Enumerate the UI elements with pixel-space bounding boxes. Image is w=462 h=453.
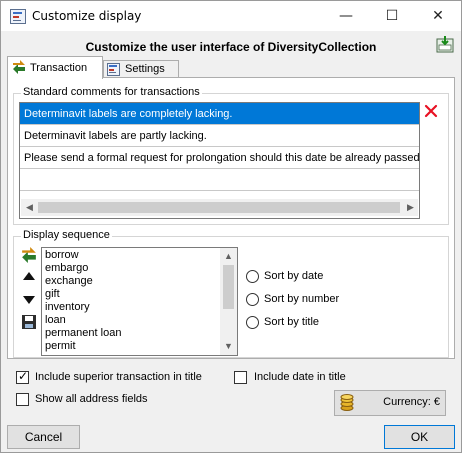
list-item[interactable]: borrow [45, 249, 79, 262]
sort-by-title-radio[interactable] [246, 316, 259, 329]
close-button[interactable]: ✕ [415, 1, 461, 31]
app-icon [10, 9, 26, 24]
list-item[interactable]: permanent loan [45, 327, 121, 340]
comment-new-row[interactable] [20, 169, 419, 191]
sort-by-date-label: Sort by date [264, 270, 324, 282]
customize-display-window: Customize display — ☐ ✕ Customize the us… [0, 0, 462, 453]
sequence-transaction-button[interactable] [21, 247, 37, 263]
cancel-button[interactable]: Cancel [7, 425, 80, 449]
sort-by-number-label: Sort by number [264, 293, 340, 305]
save-icon [22, 315, 36, 329]
tab-transaction-label: Transaction [30, 62, 88, 74]
sort-by-number-radio[interactable] [246, 293, 259, 306]
ok-button[interactable]: OK [384, 425, 455, 449]
currency-button[interactable]: Currency: € [334, 390, 446, 416]
comment-item[interactable]: Please send a formal request for prolong… [20, 147, 419, 169]
sequence-list[interactable]: borrow embargo exchange gift inventory l… [41, 247, 238, 356]
show-address-checkbox[interactable] [16, 393, 29, 406]
sort-by-title-label: Sort by title [264, 316, 320, 328]
sequence-scroll-thumb[interactable] [223, 265, 234, 309]
show-address-label: Show all address fields [35, 393, 148, 405]
comments-list[interactable]: Determinavit labels are completely lacki… [19, 102, 420, 219]
list-item[interactable]: gift [45, 288, 60, 301]
header-title: Customize the user interface of Diversit… [85, 40, 377, 54]
comment-item[interactable]: Determinavit labels are partly lacking. [20, 125, 419, 147]
coins-icon [340, 394, 354, 411]
list-item[interactable]: embargo [45, 262, 88, 275]
scroll-right-icon[interactable]: ▶ [407, 202, 414, 213]
list-item[interactable]: inventory [45, 301, 90, 314]
comments-group-label: Standard comments for transactions [21, 86, 202, 98]
list-item[interactable]: exchange [45, 275, 93, 288]
sort-by-date-radio[interactable] [246, 270, 259, 283]
minimize-button[interactable]: — [323, 1, 369, 31]
tab-settings-label: Settings [125, 63, 165, 75]
delete-icon [424, 104, 438, 118]
save-sequence-button[interactable] [21, 314, 37, 330]
move-down-button[interactable] [21, 291, 37, 307]
title-bar: Customize display — ☐ ✕ [1, 1, 461, 31]
scroll-up-icon[interactable]: ▲ [224, 251, 233, 261]
move-up-button[interactable] [21, 269, 37, 285]
currency-label: Currency: € [383, 396, 440, 408]
scroll-down-icon[interactable]: ▼ [224, 341, 233, 351]
comments-horizontal-scrollbar[interactable]: ◀ ▶ [21, 199, 418, 216]
include-superior-checkbox[interactable]: ✓ [16, 369, 29, 384]
sequence-vertical-scrollbar[interactable]: ▲ ▼ [220, 248, 237, 355]
list-item[interactable]: permit [45, 340, 76, 353]
down-arrow-icon [23, 296, 35, 304]
transaction-icon [22, 247, 36, 263]
window-title: Customize display [32, 9, 142, 23]
checkmark-icon: ✓ [18, 369, 29, 383]
delete-comment-button[interactable] [422, 102, 440, 120]
export-button[interactable] [436, 35, 454, 53]
tab-transaction[interactable]: Transaction [7, 56, 103, 79]
comments-scroll-thumb[interactable] [38, 202, 400, 213]
include-superior-label: Include superior transaction in title [35, 371, 202, 383]
up-arrow-icon [23, 272, 35, 280]
include-date-label: Include date in title [254, 371, 346, 383]
sequence-group-label: Display sequence [21, 229, 112, 241]
scroll-left-icon[interactable]: ◀ [26, 202, 33, 213]
maximize-button[interactable]: ☐ [369, 1, 415, 31]
settings-icon [107, 63, 120, 76]
tab-settings[interactable]: Settings [103, 60, 179, 78]
transaction-icon [13, 60, 25, 74]
include-date-checkbox[interactable] [234, 371, 247, 384]
export-icon [436, 36, 454, 53]
comment-item[interactable]: Determinavit labels are completely lacki… [20, 103, 419, 125]
list-item[interactable]: loan [45, 314, 66, 327]
